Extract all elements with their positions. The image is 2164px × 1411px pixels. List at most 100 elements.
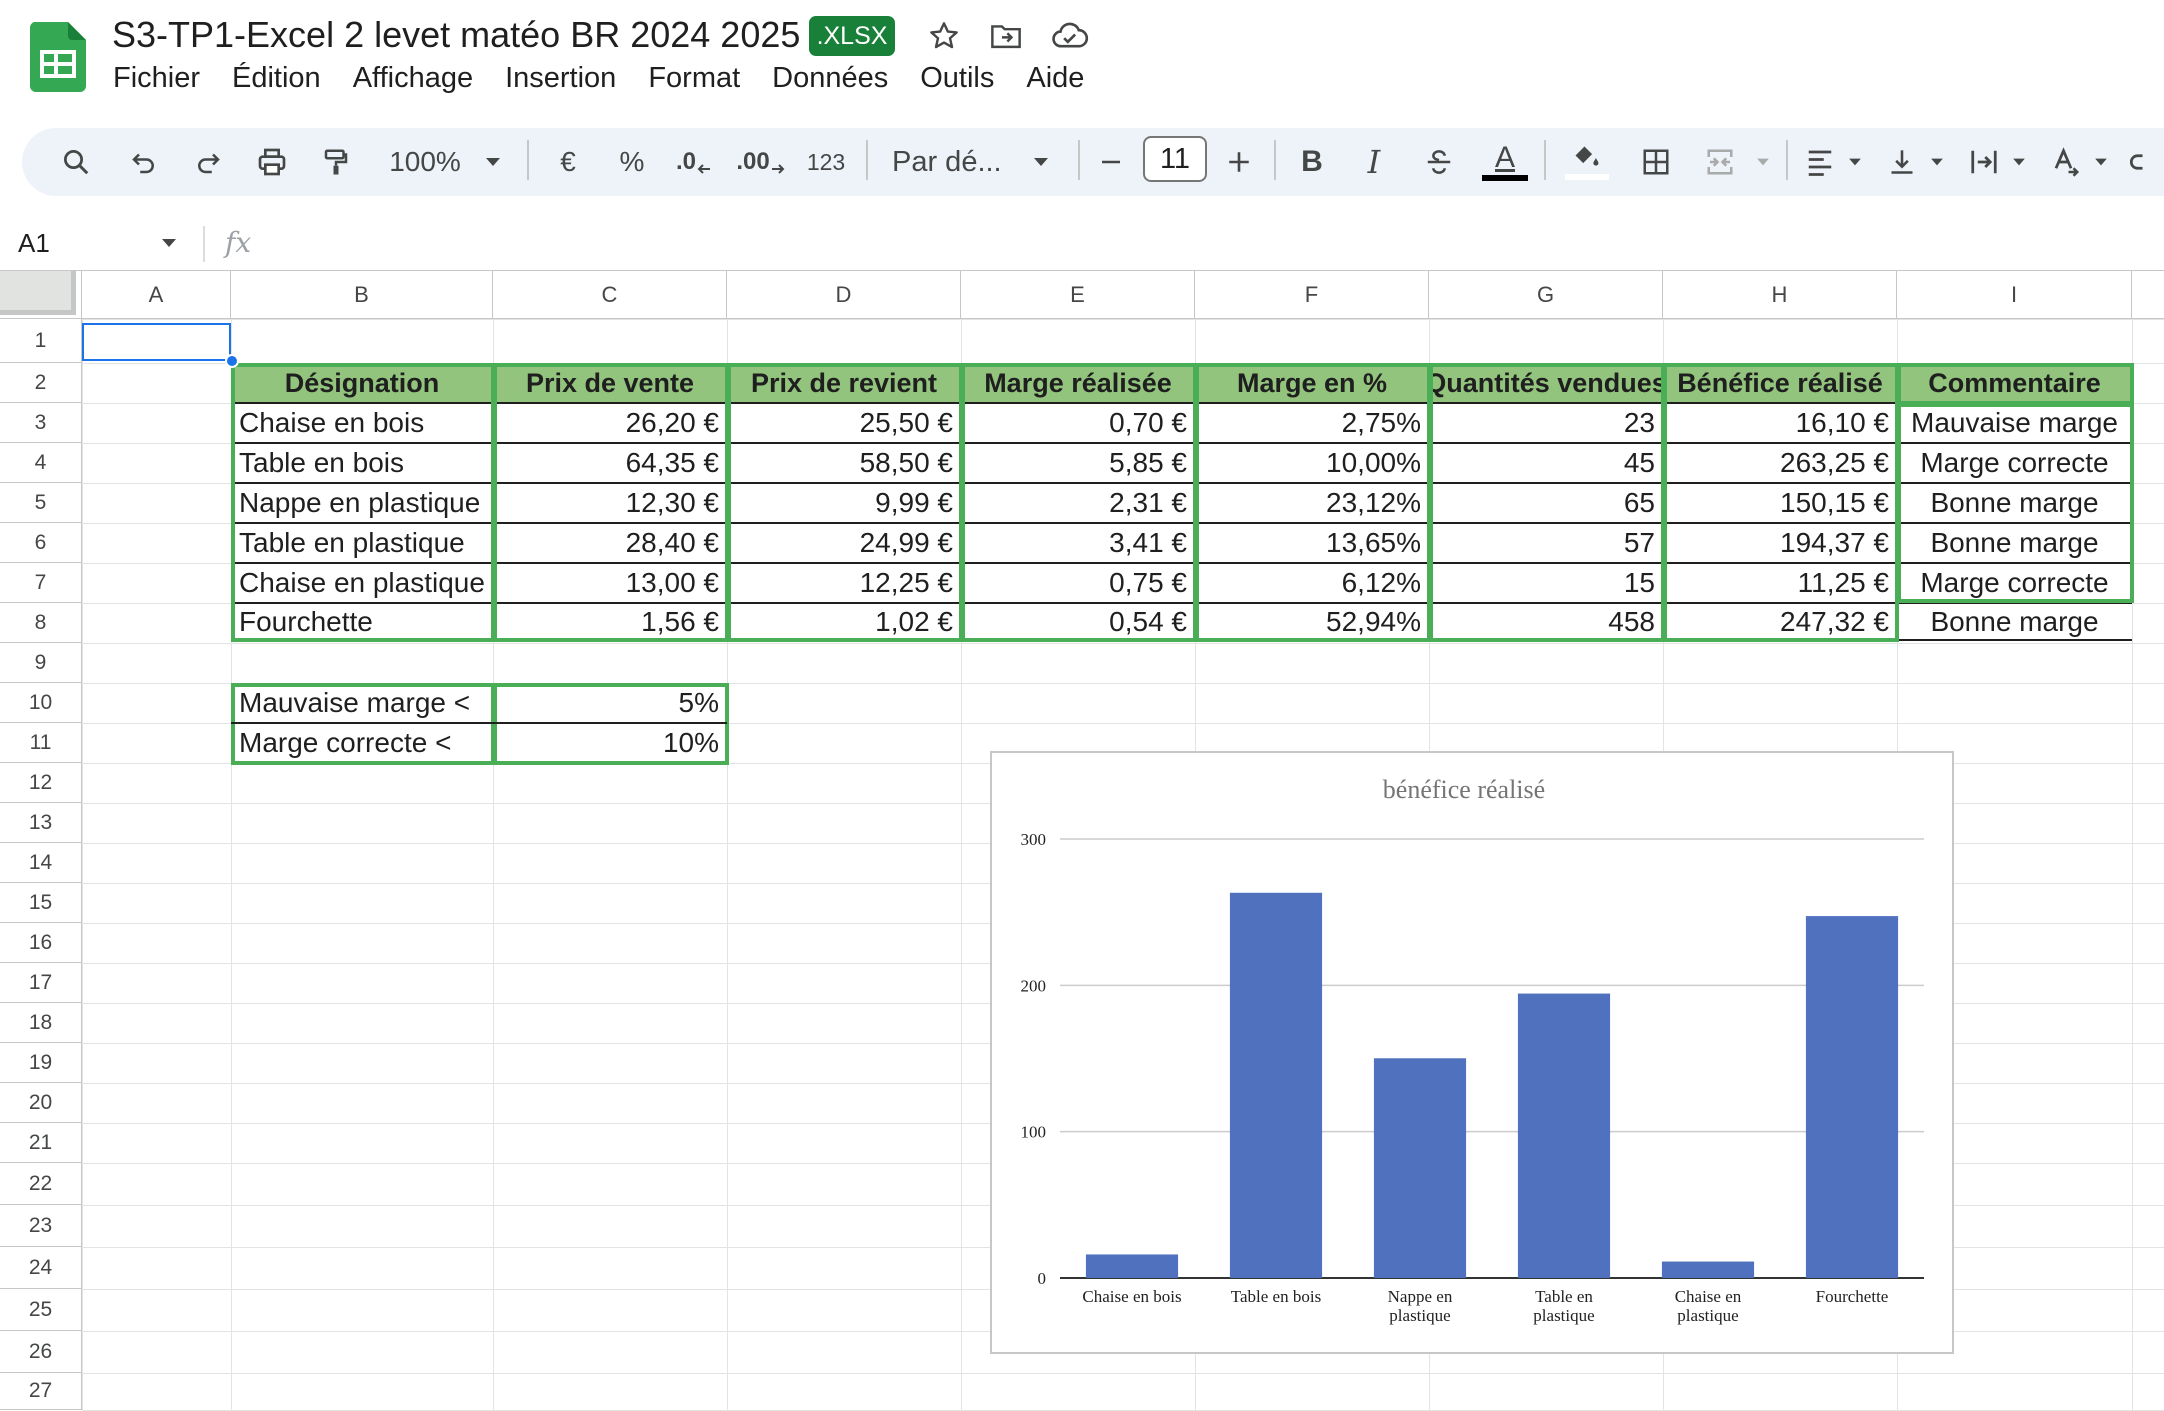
- row-header[interactable]: 14: [0, 843, 82, 883]
- italic-button[interactable]: I: [1358, 128, 1390, 196]
- zoom-chevron-down-icon[interactable]: [478, 128, 508, 196]
- name-box-chevron-down-icon[interactable]: [160, 236, 178, 254]
- column-header[interactable]: A: [82, 271, 231, 319]
- merge-cells-icon[interactable]: [1700, 128, 1740, 196]
- column-header[interactable]: C: [493, 271, 727, 319]
- column-header[interactable]: D: [727, 271, 961, 319]
- row-header[interactable]: 19: [0, 1043, 82, 1083]
- row-header[interactable]: 26: [0, 1331, 82, 1373]
- strikethrough-icon[interactable]: [1422, 128, 1456, 196]
- column-header[interactable]: H: [1663, 271, 1897, 319]
- row-header[interactable]: 12: [0, 763, 82, 803]
- menu-affichage[interactable]: Affichage: [353, 62, 473, 102]
- table-column-outline: [1897, 403, 2134, 603]
- row-header[interactable]: 8: [0, 603, 82, 643]
- row-header[interactable]: 10: [0, 683, 82, 723]
- currency-format-button[interactable]: €: [550, 128, 586, 196]
- minus-icon[interactable]: [1094, 128, 1128, 196]
- menu-donnees[interactable]: Données: [772, 62, 888, 102]
- row-header[interactable]: 15: [0, 883, 82, 923]
- column-header[interactable]: G: [1429, 271, 1663, 319]
- star-icon[interactable]: [922, 14, 966, 58]
- row-header[interactable]: 9: [0, 643, 82, 683]
- column-header[interactable]: I: [1897, 271, 2132, 319]
- menu-insertion[interactable]: Insertion: [505, 62, 616, 102]
- name-box[interactable]: A1: [18, 228, 50, 259]
- print-icon[interactable]: [252, 128, 292, 196]
- align-left-icon[interactable]: [1800, 128, 1840, 196]
- row-header[interactable]: 5: [0, 483, 82, 523]
- menu-aide[interactable]: Aide: [1026, 62, 1084, 102]
- fill-color-swatch: [1565, 174, 1609, 180]
- bar-chart[interactable]: bénéfice réalisé 0 100 200 300 Chaise en boi…: [990, 751, 1954, 1354]
- column-header[interactable]: E: [961, 271, 1195, 319]
- menu-fichier[interactable]: Fichier: [113, 62, 200, 102]
- table-column-outline: [1429, 363, 1665, 642]
- decrease-decimals-button[interactable]: .0: [672, 128, 716, 196]
- fill-color-icon[interactable]: [1564, 128, 1610, 196]
- row-header[interactable]: 13: [0, 803, 82, 843]
- text-rotation-icon[interactable]: [2046, 128, 2086, 196]
- vertical-align-icon[interactable]: [1882, 128, 1922, 196]
- valign-chevron-down-icon[interactable]: [1922, 128, 1952, 196]
- borders-icon[interactable]: [1636, 128, 1676, 196]
- table-column-outline: [231, 363, 495, 642]
- active-cell-selection[interactable]: [82, 323, 231, 361]
- row-header[interactable]: 6: [0, 523, 82, 563]
- search-icon[interactable]: [56, 128, 96, 196]
- document-title[interactable]: S3-TP1-Excel 2 levet matéo BR 2024 2025: [112, 14, 800, 56]
- row-header[interactable]: 17: [0, 963, 82, 1003]
- freeze-handle[interactable]: [0, 271, 76, 315]
- row-header[interactable]: 4: [0, 443, 82, 483]
- text-color-button[interactable]: A: [1482, 128, 1528, 196]
- chart-bar: [1229, 892, 1323, 1278]
- sheets-logo-icon[interactable]: [29, 22, 87, 92]
- row-header[interactable]: 11: [0, 723, 82, 763]
- row-header[interactable]: 23: [0, 1205, 82, 1247]
- row-header[interactable]: 16: [0, 923, 82, 963]
- cloud-saved-icon[interactable]: [1048, 14, 1092, 58]
- plus-icon[interactable]: [1222, 128, 1256, 196]
- insert-link-icon[interactable]: [2130, 128, 2164, 196]
- column-header[interactable]: F: [1195, 271, 1429, 319]
- undo-icon[interactable]: [124, 128, 164, 196]
- paint-format-icon[interactable]: [316, 128, 356, 196]
- text-wrapping-icon[interactable]: [1964, 128, 2004, 196]
- row-header[interactable]: 24: [0, 1247, 82, 1289]
- menu-bar: Fichier Édition Affichage Insertion Form…: [113, 62, 1116, 102]
- row-header[interactable]: 27: [0, 1373, 82, 1410]
- x-tick-label: Table en bois: [1231, 1287, 1321, 1306]
- font-family-select[interactable]: Par dé...: [892, 128, 1002, 196]
- table-cell[interactable]: Bonne marge: [1897, 603, 2132, 640]
- menu-format[interactable]: Format: [648, 62, 740, 102]
- font-chevron-down-icon[interactable]: [1026, 128, 1056, 196]
- row-header[interactable]: 25: [0, 1289, 82, 1331]
- menu-edition[interactable]: Édition: [232, 62, 321, 102]
- row-header[interactable]: 18: [0, 1003, 82, 1043]
- row-header[interactable]: 20: [0, 1083, 82, 1123]
- redo-icon[interactable]: [188, 128, 228, 196]
- row-header[interactable]: 2: [0, 363, 82, 403]
- bold-button[interactable]: B: [1296, 128, 1328, 196]
- row-header[interactable]: 1: [0, 319, 82, 363]
- column-header[interactable]: B: [231, 271, 493, 319]
- menu-outils[interactable]: Outils: [920, 62, 994, 102]
- row-header[interactable]: 22: [0, 1163, 82, 1205]
- row-header[interactable]: 7: [0, 563, 82, 603]
- chart-bar: [1085, 1254, 1179, 1278]
- zoom-select[interactable]: 100%: [380, 128, 470, 196]
- percent-format-button[interactable]: %: [614, 128, 650, 196]
- wrap-chevron-down-icon[interactable]: [2004, 128, 2034, 196]
- number-format-button[interactable]: 123: [802, 128, 850, 196]
- fill-handle[interactable]: [225, 354, 239, 368]
- font-size-input[interactable]: 11: [1143, 136, 1207, 182]
- increase-decimals-button[interactable]: .00: [736, 128, 786, 196]
- row-header[interactable]: 21: [0, 1123, 82, 1163]
- move-to-folder-icon[interactable]: [984, 14, 1028, 58]
- increase-decimals-label: .00: [736, 148, 770, 175]
- merge-chevron-down-icon[interactable]: [1748, 128, 1778, 196]
- row-header[interactable]: 3: [0, 403, 82, 443]
- column-header-partial[interactable]: [2132, 271, 2164, 319]
- rotation-chevron-down-icon[interactable]: [2086, 128, 2116, 196]
- align-chevron-down-icon[interactable]: [1840, 128, 1870, 196]
